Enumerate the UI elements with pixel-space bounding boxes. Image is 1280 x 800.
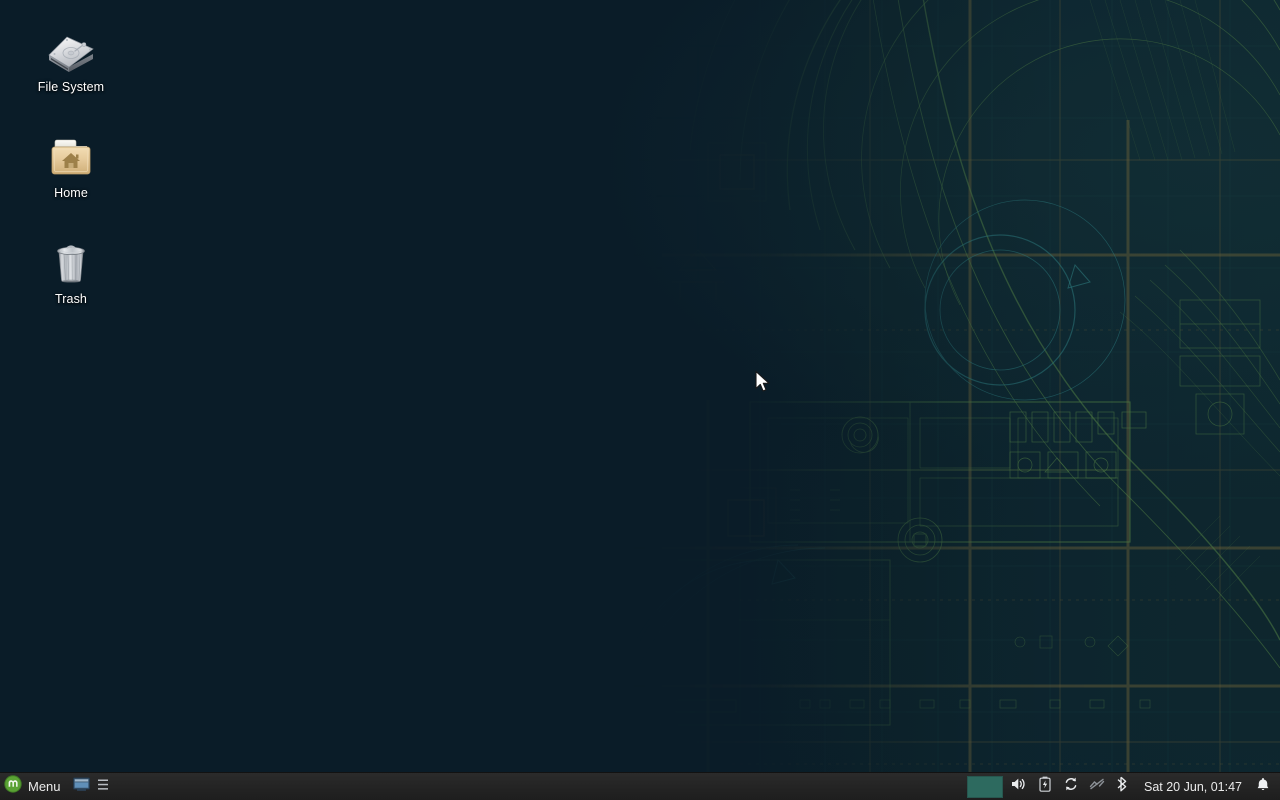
linux-mint-logo-icon	[4, 775, 22, 798]
desktop-icon-home[interactable]: Home	[23, 128, 119, 201]
network-tray-button[interactable]	[1084, 773, 1110, 800]
speaker-volume-icon	[1011, 777, 1027, 796]
desktop-wallpaper	[0, 0, 1280, 800]
bluetooth-tray-button[interactable]	[1110, 773, 1136, 800]
home-folder-icon	[23, 128, 119, 180]
menu-button[interactable]: Menu	[0, 773, 71, 800]
bell-icon	[1256, 777, 1270, 797]
menu-button-label: Menu	[28, 779, 61, 794]
clock[interactable]: Sat 20 Jun, 01:47	[1136, 780, 1250, 794]
battery-charging-icon	[1039, 776, 1051, 797]
window-list-area[interactable]	[115, 773, 964, 800]
refresh-arrows-icon	[1063, 776, 1079, 797]
taskbar-panel: Menu	[0, 772, 1280, 800]
show-desktop-button[interactable]	[71, 773, 93, 800]
network-disconnected-icon	[1089, 777, 1105, 796]
system-tray: Sat 20 Jun, 01:47	[1006, 773, 1280, 800]
blueprint-pattern	[620, 0, 1280, 800]
update-manager-tray-button[interactable]	[1058, 773, 1084, 800]
battery-tray-button[interactable]	[1032, 773, 1058, 800]
desktop-icon-label: Trash	[23, 292, 119, 307]
workspace-switcher[interactable]	[964, 773, 1006, 800]
workspace-1[interactable]	[967, 776, 1003, 798]
window-screen-icon	[73, 777, 90, 797]
desktop-icon-label: Home	[23, 186, 119, 201]
notifications-button[interactable]	[1250, 773, 1276, 800]
bluetooth-icon	[1117, 776, 1129, 797]
desktop-icon-label: File System	[23, 80, 119, 95]
trash-can-icon	[23, 234, 119, 286]
list-lines-icon	[97, 778, 110, 796]
desktop[interactable]: File System	[0, 0, 1280, 800]
window-list-button[interactable]	[93, 773, 115, 800]
hard-drive-icon	[23, 22, 119, 74]
volume-tray-button[interactable]	[1006, 773, 1032, 800]
desktop-icon-trash[interactable]: Trash	[23, 234, 119, 307]
desktop-icon-file-system[interactable]: File System	[23, 22, 119, 95]
